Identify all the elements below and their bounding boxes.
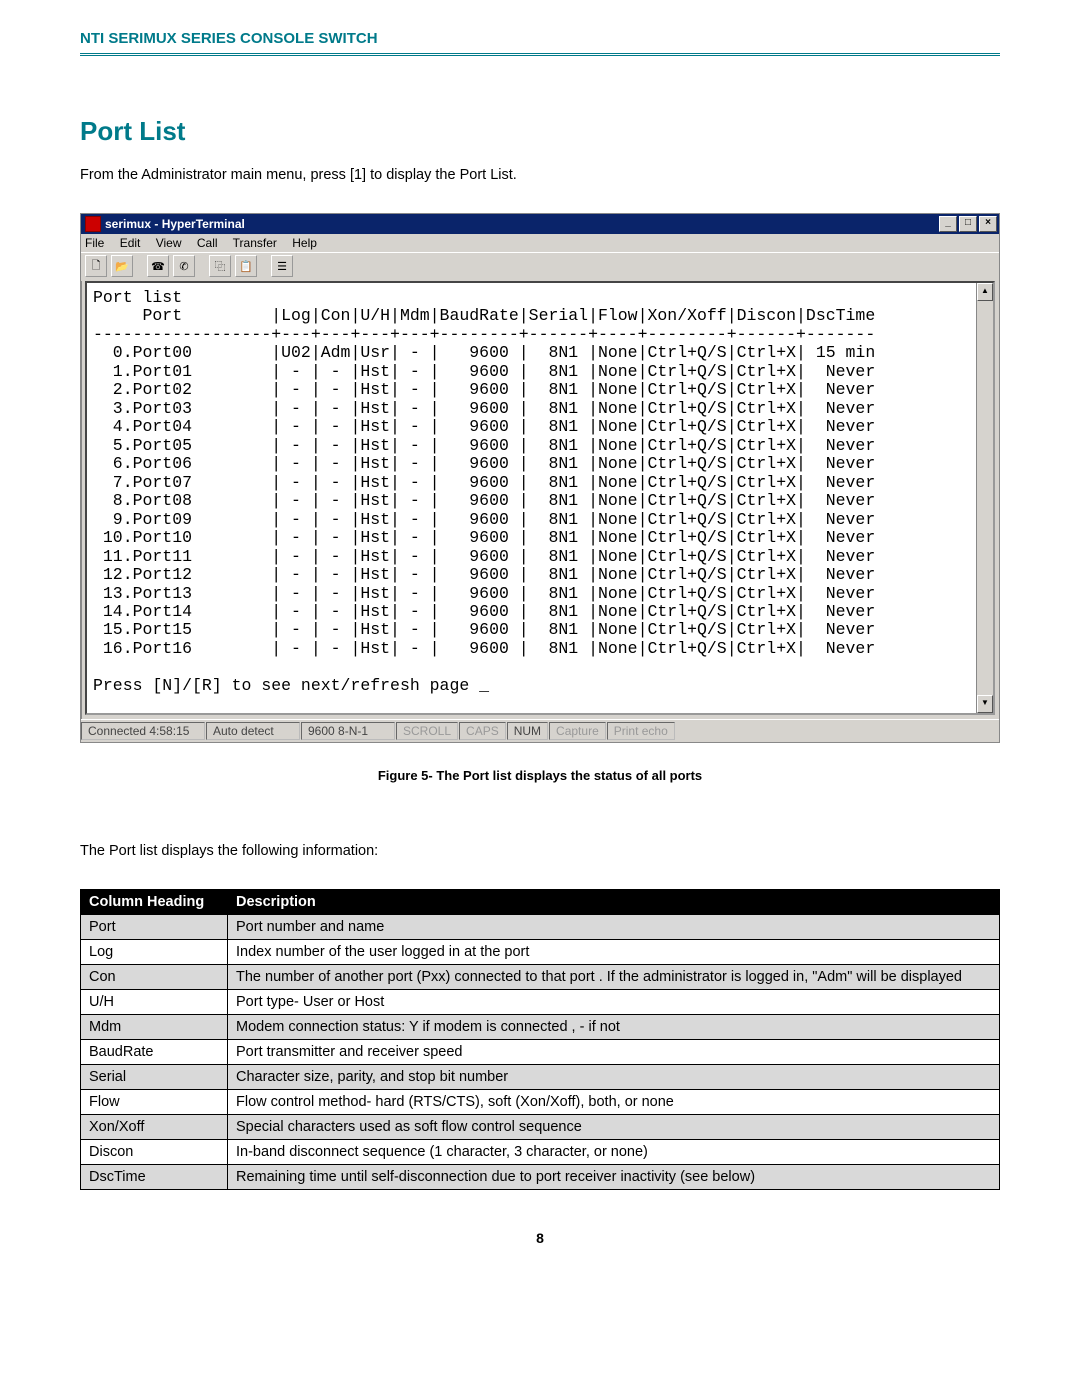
scroll-up-icon[interactable]: ▲ [977, 283, 993, 301]
menu-call[interactable]: Call [197, 236, 218, 250]
table-cell-description: Special characters used as soft flow con… [228, 1115, 1000, 1140]
table-cell-description: Port transmitter and receiver speed [228, 1040, 1000, 1065]
copy-icon[interactable]: ⿻ [209, 255, 231, 277]
status-settings: 9600 8-N-1 [301, 722, 395, 740]
terminal-area: Port list Port |Log|Con|U/H|Mdm|BaudRate… [85, 281, 995, 715]
scroll-down-icon[interactable]: ▼ [977, 695, 993, 713]
table-row: ConThe number of another port (Pxx) conn… [81, 965, 1000, 990]
table-row: DscTimeRemaining time until self-disconn… [81, 1165, 1000, 1190]
table-cell-description: Remaining time until self-disconnection … [228, 1165, 1000, 1190]
table-row: FlowFlow control method- hard (RTS/CTS),… [81, 1090, 1000, 1115]
table-cell-heading: Con [81, 965, 228, 990]
table-row: PortPort number and name [81, 915, 1000, 940]
table-cell-description: Index number of the user logged in at th… [228, 940, 1000, 965]
table-cell-description: Flow control method- hard (RTS/CTS), sof… [228, 1090, 1000, 1115]
table-cell-heading: Log [81, 940, 228, 965]
statusbar: Connected 4:58:15 Auto detect 9600 8-N-1… [81, 719, 999, 742]
hyperterminal-window: serimux - HyperTerminal _ □ × File Edit … [80, 213, 1000, 743]
app-icon [85, 216, 101, 232]
menubar: File Edit View Call Transfer Help [81, 234, 999, 252]
status-detect: Auto detect [206, 722, 300, 740]
page-number: 8 [80, 1230, 1000, 1246]
table-cell-heading: Discon [81, 1140, 228, 1165]
open-doc-icon[interactable]: 📂 [111, 255, 133, 277]
table-row: MdmModem connection status: Y if modem i… [81, 1015, 1000, 1040]
figure-caption: Figure 5- The Port list displays the sta… [80, 768, 1000, 783]
new-doc-icon[interactable]: 🗋 [85, 255, 107, 277]
table-cell-heading: Serial [81, 1065, 228, 1090]
column-description-table: Column Heading Description PortPort numb… [80, 889, 1000, 1190]
table-row: Xon/XoffSpecial characters used as soft … [81, 1115, 1000, 1140]
table-cell-description: In-band disconnect sequence (1 character… [228, 1140, 1000, 1165]
menu-help[interactable]: Help [292, 236, 317, 250]
hangup-icon[interactable]: ✆ [173, 255, 195, 277]
table-row: SerialCharacter size, parity, and stop b… [81, 1065, 1000, 1090]
table-cell-heading: Port [81, 915, 228, 940]
table-cell-description: Modem connection status: Y if modem is c… [228, 1015, 1000, 1040]
menu-edit[interactable]: Edit [120, 236, 141, 250]
table-cell-heading: BaudRate [81, 1040, 228, 1065]
paste-icon[interactable]: 📋 [235, 255, 257, 277]
close-button[interactable]: × [979, 216, 997, 232]
table-cell-description: Character size, parity, and stop bit num… [228, 1065, 1000, 1090]
intro-text: From the Administrator main menu, press … [80, 167, 1000, 183]
document-header: NTI SERIMUX SERIES CONSOLE SWITCH [80, 30, 1000, 56]
table-cell-description: The number of another port (Pxx) connect… [228, 965, 1000, 990]
table-header-description: Description [228, 890, 1000, 915]
status-capture: Capture [549, 722, 606, 740]
toolbar: 🗋 📂 ☎ ✆ ⿻ 📋 ☰ [81, 252, 999, 281]
phone-icon[interactable]: ☎ [147, 255, 169, 277]
section-title: Port List [80, 116, 1000, 147]
status-scroll: SCROLL [396, 722, 458, 740]
table-cell-heading: Flow [81, 1090, 228, 1115]
menu-transfer[interactable]: Transfer [233, 236, 277, 250]
status-num: NUM [507, 722, 548, 740]
status-echo: Print echo [607, 722, 675, 740]
terminal-text: Port list Port |Log|Con|U/H|Mdm|BaudRate… [87, 283, 976, 713]
table-cell-heading: DscTime [81, 1165, 228, 1190]
table-header-column: Column Heading [81, 890, 228, 915]
menu-view[interactable]: View [156, 236, 182, 250]
properties-icon[interactable]: ☰ [271, 255, 293, 277]
table-cell-heading: Xon/Xoff [81, 1115, 228, 1140]
status-caps: CAPS [459, 722, 506, 740]
table-row: LogIndex number of the user logged in at… [81, 940, 1000, 965]
table-row: DisconIn-band disconnect sequence (1 cha… [81, 1140, 1000, 1165]
vertical-scrollbar[interactable]: ▲ ▼ [976, 283, 993, 713]
table-row: BaudRatePort transmitter and receiver sp… [81, 1040, 1000, 1065]
table-cell-heading: U/H [81, 990, 228, 1015]
window-titlebar: serimux - HyperTerminal _ □ × [81, 214, 999, 234]
table-intro: The Port list displays the following inf… [80, 843, 1000, 859]
minimize-button[interactable]: _ [939, 216, 957, 232]
table-row: U/HPort type- User or Host [81, 990, 1000, 1015]
table-cell-heading: Mdm [81, 1015, 228, 1040]
table-cell-description: Port type- User or Host [228, 990, 1000, 1015]
maximize-button[interactable]: □ [959, 216, 977, 232]
status-connected: Connected 4:58:15 [81, 722, 205, 740]
table-cell-description: Port number and name [228, 915, 1000, 940]
window-title: serimux - HyperTerminal [105, 217, 245, 231]
menu-file[interactable]: File [85, 236, 104, 250]
